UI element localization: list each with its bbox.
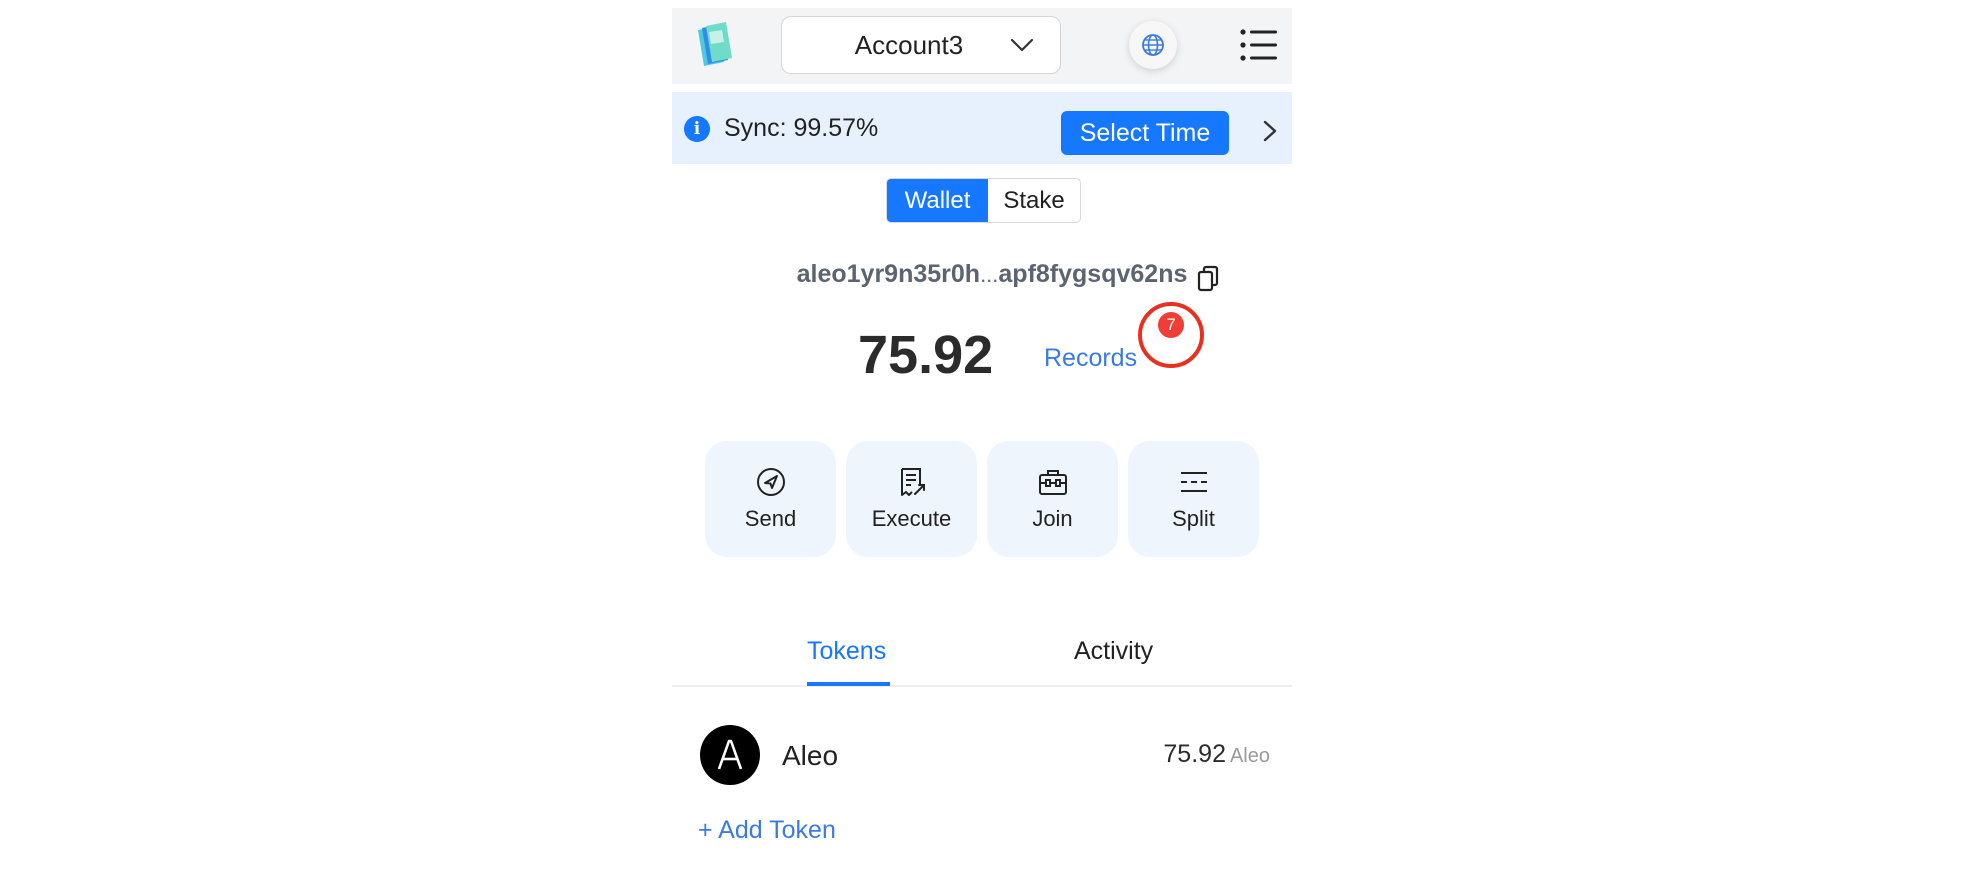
tab-activity[interactable]: Activity <box>1074 637 1153 666</box>
token-unit: Aleo <box>1229 745 1270 767</box>
split-label: Split <box>1172 506 1215 531</box>
balance-amount: 75.92 <box>858 325 994 385</box>
records-link[interactable]: Records <box>1044 344 1137 373</box>
execute-button[interactable]: Execute <box>846 441 977 557</box>
split-button[interactable]: Split <box>1128 441 1259 557</box>
execute-label: Execute <box>871 506 952 531</box>
sync-banner: i Sync: 99.57% Select Time <box>672 92 1292 164</box>
address-end: apf8fygsqv62ns <box>998 260 1188 288</box>
network-button[interactable] <box>1129 21 1177 69</box>
address-start: aleo1yr9n35r0h <box>796 260 981 288</box>
tab-wallet[interactable]: Wallet <box>887 179 988 222</box>
token-name: Aleo <box>782 740 839 771</box>
select-time-button[interactable]: Select Time <box>1061 111 1229 155</box>
token-amount-value: 75.92 <box>1163 740 1226 768</box>
chevron-down-icon <box>1010 38 1034 52</box>
add-token-link[interactable]: + Add Token <box>698 816 836 845</box>
token-activity-tabs: Tokens Activity <box>672 623 1292 687</box>
info-icon: i <box>684 116 710 142</box>
active-tab-indicator <box>807 682 890 686</box>
join-label: Join <box>1032 506 1073 531</box>
tab-stake[interactable]: Stake <box>988 179 1080 222</box>
split-icon <box>1180 472 1207 492</box>
sync-status: Sync: 99.57% <box>724 114 879 142</box>
tab-tokens[interactable]: Tokens <box>807 637 886 666</box>
highlight-circle <box>1138 302 1204 368</box>
aleo-logo-icon <box>717 739 743 770</box>
account-selector[interactable]: Account3 <box>781 16 1061 74</box>
menu-icon[interactable] <box>1240 28 1278 62</box>
account-name: Account3 <box>854 29 964 60</box>
send-button[interactable]: Send <box>705 441 836 557</box>
join-button[interactable]: Join <box>987 441 1118 557</box>
wallet-stake-switch: Wallet Stake <box>886 178 1081 223</box>
wallet-panel: Account3 i Sync: 99.57% Select Time Wall… <box>672 8 1292 876</box>
token-balance: 75.92 Aleo <box>1163 740 1270 769</box>
execute-icon <box>900 468 925 496</box>
header-bar: Account3 <box>672 8 1292 84</box>
aleo-logo <box>700 725 760 785</box>
copy-icon[interactable] <box>1196 265 1220 293</box>
globe-icon <box>1142 34 1164 56</box>
chevron-right-icon[interactable] <box>1260 119 1280 143</box>
send-label: Send <box>744 506 797 531</box>
address-ellipsis: ... <box>980 262 999 287</box>
token-row[interactable]: Aleo 75.92 Aleo <box>672 720 1292 790</box>
soter-logo <box>698 22 732 66</box>
send-icon <box>756 468 785 496</box>
join-icon <box>1038 470 1067 495</box>
action-buttons: Send Execute Join Split <box>705 441 1261 557</box>
